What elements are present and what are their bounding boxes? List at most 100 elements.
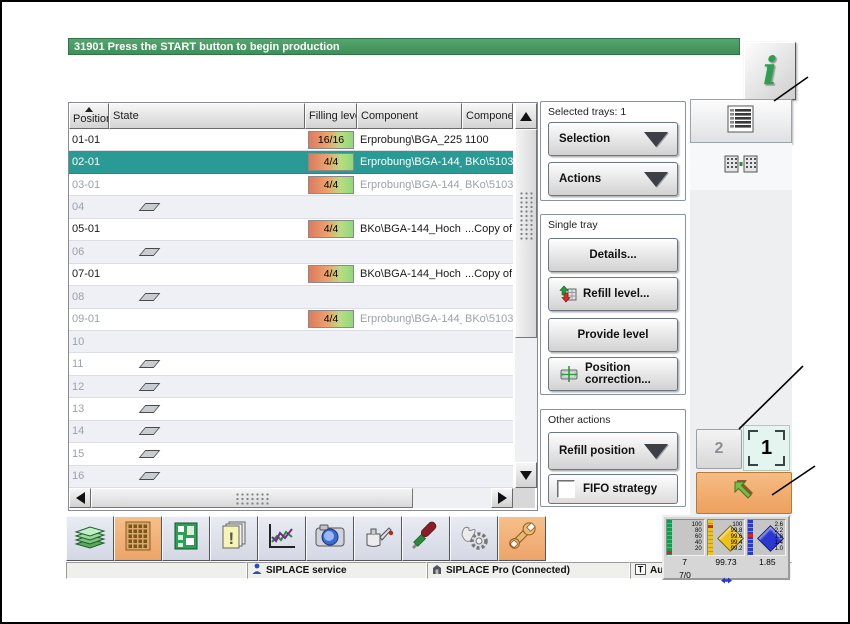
table-row[interactable]: 13 — [69, 398, 513, 421]
position-correction-button[interactable]: Position correction... — [548, 357, 678, 391]
scroll-down-button[interactable] — [515, 462, 537, 488]
scroll-left-icon — [75, 492, 85, 504]
pcb-icon — [168, 520, 204, 557]
gauge-bar — [667, 520, 672, 555]
quality-value: 99.73 — [715, 557, 737, 567]
selection-dropdown-button[interactable]: Selection — [548, 122, 678, 156]
fifo-strategy-toggle[interactable]: FIFO strategy — [548, 474, 678, 504]
toolbar-button-stack[interactable] — [66, 516, 114, 561]
tab-list-view[interactable] — [690, 99, 792, 143]
camera-icon — [312, 520, 348, 557]
table-row[interactable]: 05-014/4BKo\BGA-144_Hoch...Copy of 51 — [69, 218, 513, 242]
scroll-up-button[interactable] — [515, 103, 537, 129]
table-row[interactable]: 09-01 4/4 Erprobung\BGA-144_3 BKo\5103 — [69, 308, 513, 331]
table-row[interactable]: 03-01 4/4 Erprobung\BGA-144_2 BKo\5103 — [69, 173, 513, 197]
toolbar-button-chart[interactable] — [258, 516, 306, 561]
toolbar-button-pcb[interactable] — [162, 516, 210, 561]
column-header-filling-level[interactable]: Filling level — [305, 103, 357, 129]
empty-tray-icon — [138, 427, 161, 436]
main-toolbar: ! — [66, 516, 546, 561]
tray-pair-icon — [723, 153, 759, 180]
empty-tray-icon — [138, 472, 161, 481]
column-header-position[interactable]: Position — [69, 103, 109, 129]
vertical-scrollbar[interactable] — [515, 103, 537, 488]
refill-position-dropdown-button[interactable]: Refill position — [548, 432, 678, 470]
gauge-marker-icon — [667, 551, 672, 554]
other-actions-group: Other actions Refill position FIFO strat… — [540, 409, 686, 507]
gantry-1-button[interactable]: 1 — [743, 425, 790, 471]
table-row[interactable]: 15 — [69, 443, 513, 466]
scrollbar-corner — [513, 488, 535, 508]
tray-table: Position State Filling level Component C… — [68, 102, 538, 511]
selection-frame-icon — [748, 456, 758, 466]
toolbar-button-screwdriver[interactable] — [402, 516, 450, 561]
column-header-component2[interactable]: Component — [462, 103, 513, 129]
rate-value: 1.85 — [759, 557, 776, 567]
table-row[interactable]: 04 — [69, 196, 513, 219]
toolbar-button-oil-can[interactable] — [354, 516, 402, 561]
scroll-right-button[interactable] — [491, 488, 513, 508]
selection-frame-icon — [775, 430, 785, 440]
position-correction-icon — [559, 366, 579, 382]
list-view-icon — [726, 104, 756, 139]
horizontal-scrollbar-thumb[interactable] — [91, 488, 413, 508]
table-row[interactable]: 06 — [69, 241, 513, 264]
table-row[interactable]: 08 — [69, 286, 513, 309]
table-row[interactable]: 11 — [69, 353, 513, 376]
gauge-marker-icon — [748, 534, 754, 537]
status-segment-connection: SIPLACE Pro (Connected) — [427, 562, 630, 579]
table-row[interactable]: 16 — [69, 465, 513, 488]
filling-level-badge: 4/4 — [308, 310, 354, 329]
empty-tray-icon — [138, 382, 161, 391]
table-body: 01-01 16/16 Erprobung\BGA_225 1100 02-01 4/4 E… — [69, 129, 513, 488]
toolbar-button-wrench[interactable] — [498, 516, 546, 561]
toolbar-button-report-warning[interactable]: ! — [210, 516, 258, 561]
empty-tray-icon — [138, 449, 161, 458]
production-gauges-panel: 100 80 60 40 20 100 99.8 99.6 99.4 99.2 2.6 2.2 1.… — [662, 515, 790, 584]
other-actions-label: Other actions — [548, 414, 611, 426]
gantry-2-button[interactable]: 2 — [696, 429, 742, 469]
gauge-ticks: 100 99.8 99.6 99.4 99.2 — [730, 522, 743, 552]
selected-trays-label: Selected trays: 1 — [548, 106, 627, 118]
machine-icon — [432, 564, 442, 578]
vertical-scrollbar-thumb[interactable] — [515, 129, 537, 338]
status-segment-user: SIPLACE service — [247, 562, 427, 579]
scrollbar-grip-icon — [520, 192, 534, 242]
back-button[interactable] — [696, 472, 792, 514]
scroll-left-button[interactable] — [69, 488, 91, 508]
toolbar-button-hand-gear[interactable] — [450, 516, 498, 561]
column-header-state[interactable]: State — [109, 103, 305, 129]
info-button[interactable]: i — [744, 42, 796, 100]
provide-level-button[interactable]: Provide level — [548, 318, 678, 352]
toolbar-button-camera[interactable] — [306, 516, 354, 561]
filling-level-badge: 4/4 — [308, 220, 354, 239]
tab-tray-view[interactable] — [690, 143, 792, 190]
chevron-down-icon — [644, 132, 668, 147]
horizontal-scrollbar[interactable] — [69, 488, 513, 508]
filling-level-badge: 4/4 — [308, 175, 354, 194]
table-row[interactable]: 10 — [69, 330, 513, 354]
svg-text:T: T — [638, 564, 644, 574]
table-row[interactable]: 14 — [69, 420, 513, 444]
table-row[interactable]: 01-01 16/16 Erprobung\BGA_225 1100 — [69, 129, 513, 152]
column-header-component[interactable]: Component — [357, 103, 462, 129]
tray-grid-icon — [120, 520, 156, 557]
toolbar-button-tray-grid[interactable] — [114, 516, 162, 561]
table-row[interactable]: 07-014/4BKo\BGA-144_Hoch...Copy of 51 — [69, 263, 513, 287]
details-button[interactable]: Details... — [548, 238, 678, 272]
scroll-down-icon — [520, 470, 532, 480]
gauge-ticks: 100 80 60 40 20 — [691, 522, 702, 552]
status-segment-empty — [66, 562, 247, 579]
table-row[interactable]: 02-01 4/4 Erprobung\BGA-144_1 BKo\5103 — [69, 151, 513, 174]
filling-level-badge: 16/16 — [308, 130, 354, 149]
report-warning-icon: ! — [216, 520, 252, 557]
filling-level-badge: 4/4 — [308, 153, 354, 172]
selection-frame-icon — [775, 456, 785, 466]
refill-level-button[interactable]: Refill level... — [548, 277, 678, 311]
fifo-checkbox[interactable] — [557, 480, 575, 498]
actions-dropdown-button[interactable]: Actions — [548, 162, 678, 196]
application-window: 31901 Press the START button to begin pr… — [0, 0, 850, 624]
table-row[interactable]: 12 — [69, 375, 513, 399]
board-count-gauge: 100 80 60 40 20 — [666, 519, 705, 556]
scroll-right-icon — [497, 492, 507, 504]
